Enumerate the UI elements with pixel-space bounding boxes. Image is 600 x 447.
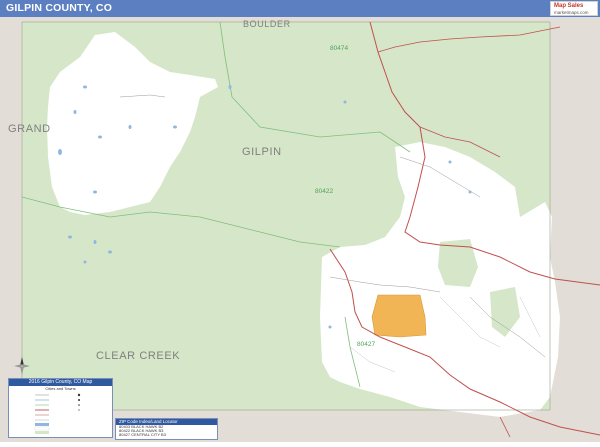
legend-box: 2016 Gilpin County, CO Map Cities and To… — [8, 378, 113, 438]
zip-locator-box: ZIP Code Index/Land Locator 80403 BLACK … — [115, 418, 218, 440]
compass-rose — [13, 356, 31, 376]
compass-icon — [14, 357, 30, 375]
zip-place: CENTRAL CITY — [131, 432, 160, 437]
title-bar: GILPIN COUNTY, CO Map Sales marketmaps.c… — [0, 0, 600, 17]
zip-locator-row: 80427 CENTRAL CITY B3 — [116, 433, 217, 437]
legend-title: 2016 Gilpin County, CO Map — [9, 379, 112, 386]
brand-logo: Map Sales marketmaps.com — [550, 1, 598, 16]
county-label-grand: GRAND — [8, 123, 51, 135]
legend-swatches — [34, 393, 81, 434]
logo-tagline: marketmaps.com — [554, 10, 589, 15]
zip-label-80427: 80427 — [357, 341, 376, 348]
central-city-area — [371, 294, 427, 338]
county-label-clear-creek: CLEAR CREEK — [96, 350, 181, 362]
zip-label-80422: 80422 — [315, 188, 334, 195]
zip-grid: B3 — [161, 432, 166, 437]
zip-label-80474: 80474 — [330, 45, 349, 52]
county-label-gilpin: GILPIN — [242, 146, 282, 158]
zip-code: 80427 — [119, 432, 131, 437]
map-title: GILPIN COUNTY, CO — [6, 2, 113, 14]
county-label-boulder: BOULDER — [243, 19, 291, 29]
logo-name: Map Sales — [554, 3, 584, 9]
